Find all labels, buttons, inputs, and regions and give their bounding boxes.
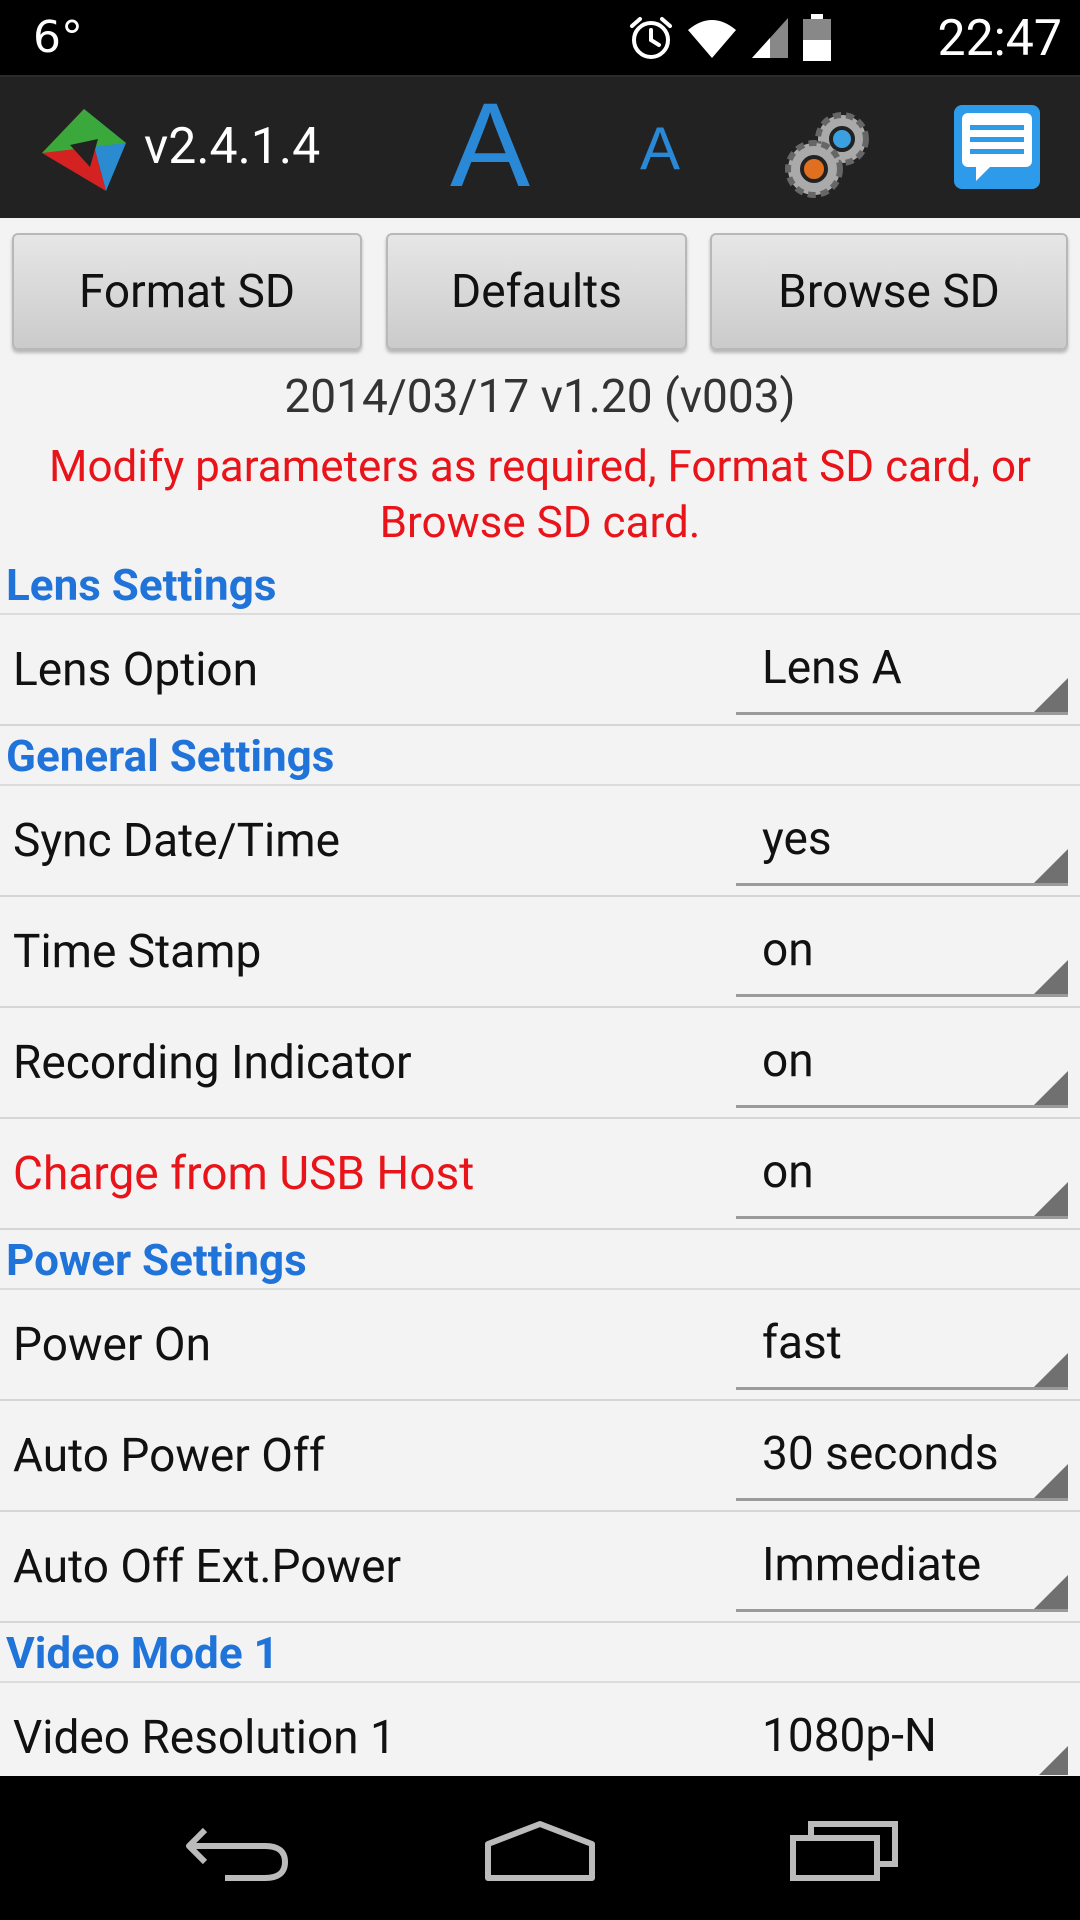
browse-sd-button[interactable]: Browse SD [710, 233, 1068, 350]
recent-apps-icon[interactable] [785, 1814, 905, 1884]
dropdown-value: on [762, 1145, 814, 1199]
font-size-large-button[interactable]: A [450, 85, 530, 205]
dropdown-arrow-icon [1034, 1071, 1068, 1105]
setting-label: Sync Date/Time [13, 814, 340, 868]
home-icon[interactable] [480, 1816, 600, 1886]
section-header-lens: Lens Settings [0, 555, 1080, 615]
status-icons [628, 14, 832, 62]
section-header-general: General Settings [0, 726, 1080, 786]
format-sd-button[interactable]: Format SD [12, 233, 362, 350]
dropdown-value: Immediate [762, 1538, 982, 1592]
setting-label: Recording Indicator [13, 1036, 412, 1090]
wifi-icon [688, 20, 736, 58]
settings-list[interactable]: Lens Settings Lens Option Lens A General… [0, 555, 1080, 1775]
setting-row-sync-date-time[interactable]: Sync Date/Time yes [0, 786, 1080, 897]
alarm-icon [630, 17, 672, 59]
dropdown-arrow-icon [1034, 1353, 1068, 1387]
dropdown-arrow-icon [1034, 1464, 1068, 1498]
dropdown-value: on [762, 923, 814, 977]
dropdown-value: yes [762, 812, 832, 866]
section-header-video-mode-1: Video Mode 1 [0, 1623, 1080, 1683]
setting-label: Video Resolution 1 [13, 1711, 396, 1765]
setting-row-time-stamp[interactable]: Time Stamp on [0, 897, 1080, 1008]
dropdown-value: on [762, 1034, 814, 1088]
section-header-power: Power Settings [0, 1230, 1080, 1290]
dropdown-arrow-icon [1034, 849, 1068, 883]
setting-row-recording-indicator[interactable]: Recording Indicator on [0, 1008, 1080, 1119]
dropdown-arrow-icon [1034, 678, 1068, 712]
app-version: v2.4.1.4 [144, 118, 321, 176]
app-logo-icon[interactable] [36, 103, 132, 199]
battery-icon [803, 14, 831, 61]
dropdown-arrow-icon [1034, 1575, 1068, 1609]
dropdown-arrow-icon [1034, 1746, 1068, 1775]
action-bar: v2.4.1.4 A A [0, 75, 1080, 218]
help-text: Modify parameters as required, Format SD… [0, 438, 1080, 550]
setting-row-auto-power-off[interactable]: Auto Power Off 30 seconds [0, 1401, 1080, 1512]
dropdown-value: 30 seconds [762, 1427, 999, 1481]
status-time: 22:47 [937, 10, 1062, 68]
dropdown-value: 1080p-N [762, 1709, 937, 1763]
dropdown-arrow-icon [1034, 1182, 1068, 1216]
auto-off-ext-power-dropdown[interactable]: Immediate [736, 1524, 1068, 1612]
status-temperature: 6° [33, 12, 83, 63]
settings-gear-icon[interactable] [780, 105, 880, 203]
signal-icon [752, 18, 788, 58]
help-text-line-2: Browse SD card. [379, 496, 701, 548]
setting-label: Lens Option [13, 643, 259, 697]
video-resolution-1-dropdown[interactable]: 1080p-N [736, 1695, 1068, 1775]
setting-row-lens-option[interactable]: Lens Option Lens A [0, 615, 1080, 726]
defaults-button[interactable]: Defaults [386, 233, 687, 350]
charge-from-usb-host-dropdown[interactable]: on [736, 1131, 1068, 1219]
setting-row-auto-off-ext-power[interactable]: Auto Off Ext.Power Immediate [0, 1512, 1080, 1623]
time-stamp-dropdown[interactable]: on [736, 909, 1068, 997]
help-text-line-1: Modify parameters as required, Format SD… [49, 440, 1031, 492]
sync-date-time-dropdown[interactable]: yes [736, 798, 1068, 886]
setting-label: Time Stamp [13, 925, 262, 979]
navigation-bar [0, 1776, 1080, 1920]
setting-label: Charge from USB Host [13, 1147, 475, 1201]
dropdown-arrow-icon [1034, 960, 1068, 994]
power-on-dropdown[interactable]: fast [736, 1302, 1068, 1390]
setting-label: Power On [13, 1318, 211, 1372]
lens-option-dropdown[interactable]: Lens A [736, 627, 1068, 715]
font-size-small-button[interactable]: A [640, 119, 680, 179]
back-icon[interactable] [185, 1816, 295, 1886]
dropdown-value: fast [762, 1316, 842, 1370]
recording-indicator-dropdown[interactable]: on [736, 1020, 1068, 1108]
chat-icon[interactable] [952, 103, 1042, 191]
firmware-version-text: 2014/03/17 v1.20 (v003) [284, 370, 796, 424]
setting-row-power-on[interactable]: Power On fast [0, 1290, 1080, 1401]
auto-power-off-dropdown[interactable]: 30 seconds [736, 1413, 1068, 1501]
setting-row-video-resolution-1[interactable]: Video Resolution 1 1080p-N [0, 1683, 1080, 1775]
setting-row-charge-from-usb-host[interactable]: Charge from USB Host on [0, 1119, 1080, 1230]
setting-label: Auto Power Off [13, 1429, 325, 1483]
dropdown-value: Lens A [762, 641, 902, 695]
status-bar: 6° 22:47 [0, 0, 1080, 75]
setting-label: Auto Off Ext.Power [13, 1540, 402, 1594]
